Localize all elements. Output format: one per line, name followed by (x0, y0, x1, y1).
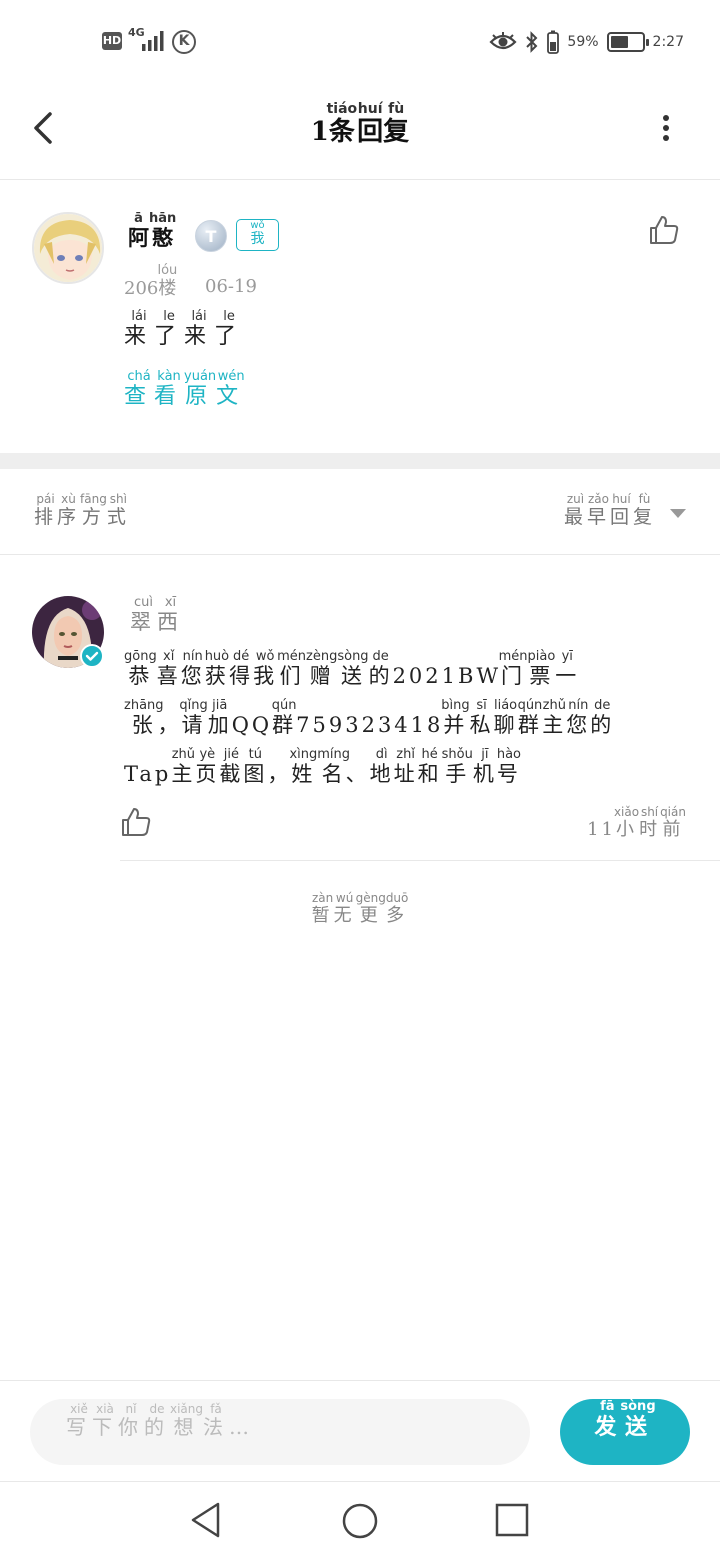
reply-thumbs-up-icon[interactable] (120, 806, 152, 838)
reply-time: 11小xiǎo时shí前qián (587, 805, 686, 841)
carrier-icon: K (172, 30, 196, 54)
caret-down-icon[interactable] (670, 509, 686, 518)
battery-fill (610, 36, 629, 48)
post-author-name[interactable]: 阿ā憨hān (128, 211, 177, 252)
reply-time-text: 小xiǎo时shí前qián (613, 805, 686, 840)
reply-line-2: 张zhāng，请qǐng加jiāQQ群qún759323418并bìng私sī聊… (124, 698, 615, 737)
view-original-text: 查chá看kàn原yuán文wén (124, 369, 247, 409)
sort-bar: 排pái序xù方fāng式shì 最zuì早zǎo回huí复fù (0, 469, 720, 555)
sort-dropdown[interactable]: 最zuì早zǎo回huí复fù (563, 492, 656, 529)
post-content-text: 来lái了le来lái了le (124, 309, 245, 349)
sort-value-text: 最zuì早zǎo回huí复fù (563, 492, 656, 528)
battery-icon (606, 32, 649, 52)
post-content: 来lái了le来lái了le (124, 309, 245, 350)
reply-line-1: 恭gōng喜xǐ您nín获huò得dé我wǒ们mén赠zèng送sòng的de2… (124, 649, 580, 688)
comment-composer: 写xiě下xià你nǐ的de想xiǎng法fǎ… 发fā送sòng (0, 1380, 720, 1482)
comment-placeholder: 写xiě下xià你nǐ的de想xiǎng法fǎ (66, 1402, 229, 1439)
me-badge-text: 我wǒ (250, 220, 265, 247)
send-button[interactable]: 发fā送sòng (560, 1399, 690, 1465)
system-nav-bar (0, 1482, 720, 1560)
reply-author-text: 翠cuì西xī (130, 595, 184, 634)
no-more-label: 暂zàn无wú更gèng多duō (0, 891, 720, 927)
reply-line-3: Tap主zhǔ页yè截jié图tú，姓xìng名míng、地dì址zhǐ和hé手… (124, 747, 522, 786)
nav-home-icon[interactable] (341, 1502, 379, 1540)
sort-label-text: 排pái序xù方fāng式shì (34, 492, 130, 528)
floor-number: 206 (124, 278, 159, 299)
bluetooth-icon (526, 31, 538, 53)
clock: 2:27 (652, 34, 684, 50)
anime-avatar-image (34, 214, 102, 282)
post-author-avatar[interactable] (32, 212, 104, 284)
send-button-label: 发fā送sòng (594, 1399, 656, 1440)
nav-recents-icon[interactable] (494, 1502, 530, 1538)
signal-icon (142, 31, 164, 51)
status-right: 59% 2:27 (489, 30, 684, 54)
floor-label: 楼lóu (157, 263, 178, 299)
battery-small-icon (547, 30, 560, 54)
placeholder-ellipsis: … (229, 1415, 255, 1439)
post-author-text: 阿ā憨hān (128, 211, 177, 250)
post-date: 06-19 (205, 276, 257, 297)
comment-input[interactable]: 写xiě下xià你nǐ的de想xiǎng法fǎ… (30, 1399, 530, 1465)
sort-label: 排pái序xù方fāng式shì (34, 492, 130, 529)
page-title: 1条tiáo回huí复fù (0, 101, 720, 148)
me-badge: 我wǒ (236, 219, 279, 251)
hd-indicator: HD (102, 32, 122, 50)
nav-back-icon[interactable] (188, 1500, 224, 1540)
no-more-text: 暂zàn无wú更gèng多duō (311, 891, 409, 926)
reply-time-number: 11 (587, 819, 616, 840)
reply-author-name[interactable]: 翠cuì西xī (130, 595, 184, 636)
battery-percent: 59% (567, 34, 599, 50)
thumbs-up-icon[interactable] (648, 214, 680, 246)
verified-icon (80, 644, 104, 668)
page-header: 1条tiáo回huí复fù (0, 80, 720, 180)
reply-divider (120, 860, 720, 861)
eye-icon (489, 32, 517, 50)
title-text: 条tiáo回huí复fù (326, 101, 410, 147)
view-original-link[interactable]: 查chá看kàn原yuán文wén (124, 369, 247, 410)
post-floor: 206楼lóu (124, 263, 178, 300)
status-bar: HD 4G K 59% 2:27 (0, 0, 720, 80)
section-divider (0, 453, 720, 469)
more-vertical-icon[interactable] (652, 110, 680, 146)
reply-content: 恭gōng喜xǐ您nín获huò得dé我wǒ们mén赠zèng送sòng的de2… (124, 649, 684, 797)
level-badge: T (195, 220, 227, 252)
